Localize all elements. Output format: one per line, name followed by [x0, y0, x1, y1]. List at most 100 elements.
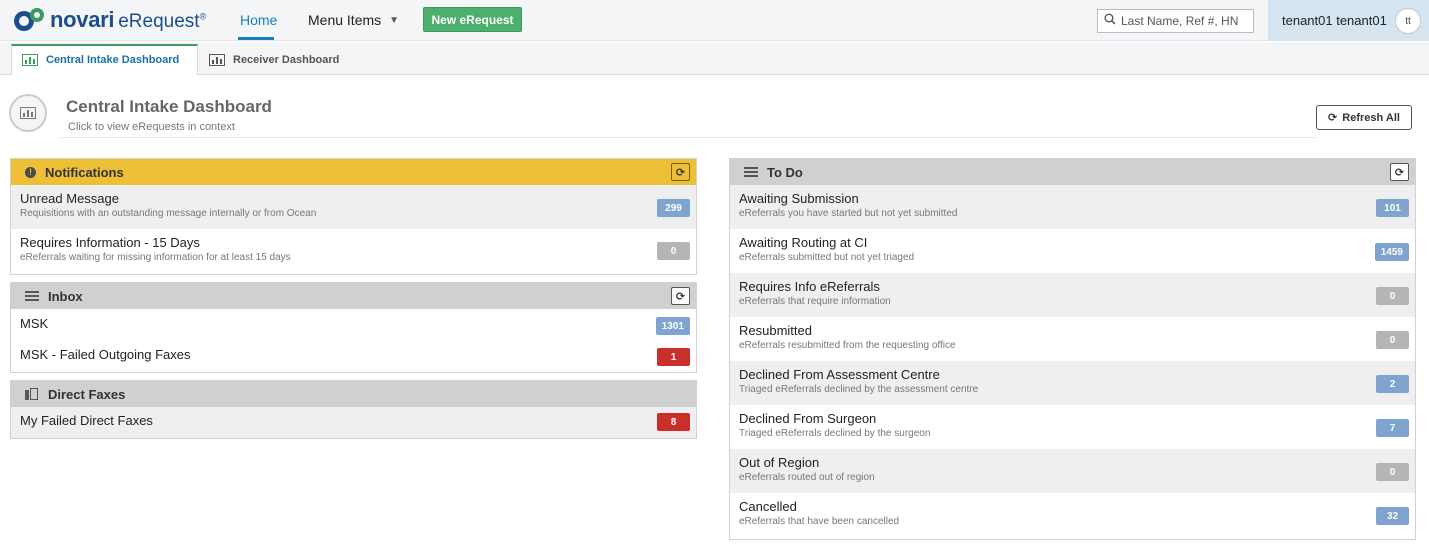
refresh-inbox-button[interactable]: ⟳: [671, 287, 690, 305]
user-menu[interactable]: tenant01 tenant01 tt: [1268, 0, 1429, 41]
notifications-header: ! Notifications ⟳: [11, 159, 696, 185]
list-item-awaiting-submission[interactable]: Awaiting Submission eReferrals you have …: [730, 185, 1415, 229]
inbox-header: Inbox ⟳: [11, 283, 696, 309]
app-logo[interactable]: novari eRequest®: [12, 4, 206, 36]
list-item-resubmitted[interactable]: Resubmitted eReferrals resubmitted from …: [730, 317, 1415, 361]
row-description: eReferrals that have been cancelled: [739, 516, 900, 527]
row-title: Out of Region: [739, 455, 820, 470]
list-item-out-of-region[interactable]: Out of Region eReferrals routed out of r…: [730, 449, 1415, 493]
dashboard-tabs: Central Intake Dashboard Receiver Dashbo…: [0, 42, 1429, 75]
list-icon: [25, 291, 39, 301]
search-input[interactable]: [1121, 14, 1251, 28]
inbox-panel: Inbox ⟳ MSK 1301 MSK - Failed Outgoing F…: [10, 282, 697, 373]
count-badge: 0: [1376, 463, 1409, 481]
row-title: MSK: [20, 316, 49, 331]
row-description: eReferrals routed out of region: [739, 472, 875, 483]
refresh-icon: ⟳: [675, 290, 686, 303]
row-title: Requires Info eReferrals: [739, 279, 880, 294]
new-erequest-button[interactable]: New eRequest: [423, 7, 522, 32]
row-title: Resubmitted: [739, 323, 812, 338]
row-title: MSK - Failed Outgoing Faxes: [20, 347, 191, 362]
count-badge: 101: [1376, 199, 1409, 217]
row-description: eReferrals you have started but not yet …: [739, 208, 958, 219]
row-title: Cancelled: [739, 499, 797, 514]
row-title: Awaiting Routing at CI: [739, 235, 868, 250]
fax-icon: [25, 388, 39, 400]
count-badge: 8: [657, 413, 690, 431]
refresh-all-button[interactable]: ⟳ Refresh All: [1316, 105, 1412, 130]
count-badge: 299: [657, 199, 690, 217]
nav-menu-items[interactable]: Menu Items ▼: [308, 12, 399, 28]
count-badge: 0: [657, 242, 690, 260]
count-badge: 1: [657, 348, 690, 366]
nav-home[interactable]: Home: [240, 12, 277, 28]
count-badge: 0: [1376, 331, 1409, 349]
todo-header: To Do ⟳: [730, 159, 1415, 185]
user-name: tenant01 tenant01: [1282, 13, 1387, 28]
row-description: eReferrals that require information: [739, 296, 891, 307]
novari-logo-icon: [12, 7, 46, 33]
row-description: Requisitions with an outstanding message…: [20, 208, 317, 219]
refresh-icon: ⟳: [1394, 166, 1405, 179]
row-title: Requires Information - 15 Days: [20, 235, 200, 250]
todo-panel: To Do ⟳ Awaiting Submission eReferrals y…: [729, 158, 1416, 540]
count-badge: 7: [1376, 419, 1409, 437]
count-badge: 2: [1376, 375, 1409, 393]
refresh-todo-button[interactable]: ⟳: [1390, 163, 1409, 181]
page-subtitle: Click to view eRequests in context: [68, 121, 235, 133]
list-item-requires-info[interactable]: Requires Info eReferrals eReferrals that…: [730, 273, 1415, 317]
search-box[interactable]: [1097, 9, 1254, 33]
refresh-icon: ⟳: [1328, 112, 1338, 124]
dashboard-chart-icon: [9, 94, 47, 132]
refresh-notifications-button[interactable]: ⟳: [671, 163, 690, 181]
tab-central-intake-dashboard[interactable]: Central Intake Dashboard: [11, 44, 198, 75]
row-description: Triaged eReferrals declined by the surge…: [739, 428, 931, 439]
row-title: Declined From Surgeon: [739, 411, 877, 426]
list-item-declined-surgeon[interactable]: Declined From Surgeon Triaged eReferrals…: [730, 405, 1415, 449]
row-description: eReferrals resubmitted from the requesti…: [739, 340, 956, 351]
row-title: My Failed Direct Faxes: [20, 413, 153, 428]
row-description: eReferrals submitted but not yet triaged: [739, 252, 915, 263]
notifications-panel: ! Notifications ⟳ Unread Message Requisi…: [10, 158, 697, 275]
row-description: eReferrals waiting for missing informati…: [20, 252, 291, 263]
count-badge: 1301: [655, 317, 690, 335]
logo-brand: novari: [50, 7, 115, 32]
logo-product: eRequest®: [118, 11, 207, 32]
refresh-icon: ⟳: [675, 166, 686, 179]
row-description: Triaged eReferrals declined by the asses…: [739, 384, 979, 395]
caret-down-icon: ▼: [389, 14, 400, 26]
list-item-my-failed-direct-faxes[interactable]: My Failed Direct Faxes 8: [11, 407, 696, 438]
row-title: Awaiting Submission: [739, 191, 859, 206]
exclamation-circle-icon: !: [25, 166, 36, 178]
header-divider: [60, 137, 1316, 138]
search-icon: [1104, 12, 1116, 30]
list-item-unread-message[interactable]: Unread Message Requisitions with an outs…: [11, 185, 696, 229]
avatar[interactable]: tt: [1395, 8, 1421, 34]
tab-label: Central Intake Dashboard: [46, 54, 180, 66]
list-item-declined-assessment[interactable]: Declined From Assessment Centre Triaged …: [730, 361, 1415, 405]
count-badge: 0: [1376, 287, 1409, 305]
top-bar: novari eRequest® Home Menu Items ▼ New e…: [0, 0, 1429, 41]
panel-title: Inbox: [48, 288, 83, 304]
panel-title: Direct Faxes: [48, 386, 126, 402]
list-item-requires-information[interactable]: Requires Information - 15 Days eReferral…: [11, 229, 696, 274]
refresh-all-label: Refresh All: [1342, 111, 1400, 124]
nav-menu-items-label: Menu Items: [308, 12, 382, 28]
page-title: Central Intake Dashboard: [66, 97, 272, 116]
list-item-msk[interactable]: MSK 1301: [11, 309, 696, 340]
tab-label: Receiver Dashboard: [233, 53, 340, 66]
panel-title: To Do: [767, 164, 803, 180]
row-title: Declined From Assessment Centre: [739, 367, 940, 382]
direct-faxes-panel: Direct Faxes My Failed Direct Faxes 8: [10, 380, 697, 439]
panel-title: Notifications: [45, 164, 124, 180]
count-badge: 1459: [1374, 243, 1409, 261]
list-item-awaiting-routing[interactable]: Awaiting Routing at CI eReferrals submit…: [730, 229, 1415, 273]
list-item-msk-failed-faxes[interactable]: MSK - Failed Outgoing Faxes 1: [11, 340, 696, 371]
list-icon: [744, 167, 758, 177]
bar-chart-icon: [22, 54, 38, 66]
count-badge: 32: [1376, 507, 1409, 525]
row-title: Unread Message: [20, 191, 119, 206]
list-item-cancelled[interactable]: Cancelled eReferrals that have been canc…: [730, 493, 1415, 537]
nav-home-active-indicator: [238, 37, 274, 40]
tab-receiver-dashboard[interactable]: Receiver Dashboard: [199, 44, 349, 75]
